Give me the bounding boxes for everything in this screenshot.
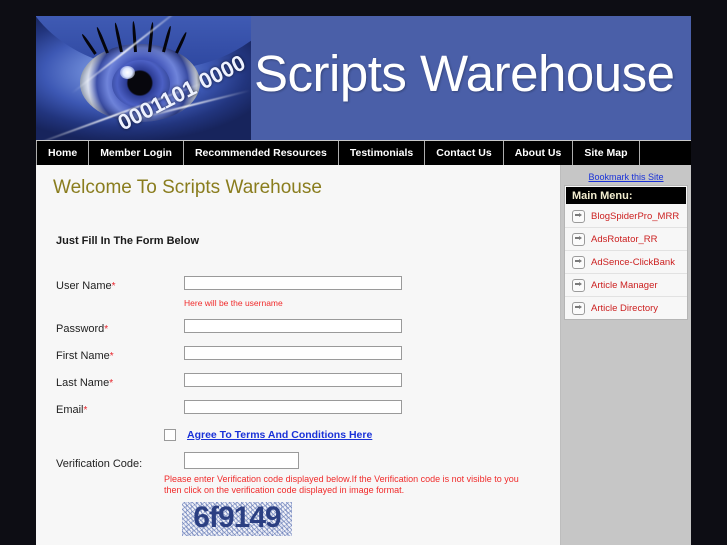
nav-item-home[interactable]: Home — [36, 141, 90, 165]
label-verification-code: Verification Code: — [56, 458, 143, 470]
sidebar-item-article-manager[interactable]: Article Manager — [565, 274, 687, 297]
main-navigation: Home Member Login Recommended Resources … — [36, 140, 691, 165]
page-root: 0001101 0000 Scripts Warehouse Home Memb… — [0, 0, 727, 545]
required-marker: * — [83, 405, 88, 416]
sidebar-item-label: BlogSpiderPro_MRR — [591, 210, 680, 222]
site-banner: 0001101 0000 Scripts Warehouse — [36, 16, 691, 140]
content-columns: Welcome To Scripts Warehouse Just Fill I… — [36, 165, 691, 545]
sidebar-item-label: AdSence-ClickBank — [591, 256, 675, 268]
captcha-code-text: 6f9149 — [193, 502, 281, 534]
arrow-right-icon — [572, 232, 585, 246]
form-row-verification: Verification Code: — [56, 452, 546, 472]
label-first-name: First Name* — [56, 350, 114, 362]
arrow-right-icon — [572, 278, 585, 292]
required-marker: * — [104, 324, 109, 335]
main-menu-header: Main Menu: — [566, 187, 686, 204]
sidebar: Bookmark this Site Main Menu: BlogSpider… — [561, 165, 691, 545]
nav-item-testimonials[interactable]: Testimonials — [338, 141, 426, 165]
form-row-username: User Name* — [56, 276, 546, 294]
sidebar-item-adsence-clickbank[interactable]: AdSence-ClickBank — [565, 251, 687, 274]
main-menu-box: Main Menu: BlogSpiderPro_MRR AdsRotator_… — [564, 185, 688, 320]
required-marker: * — [111, 281, 116, 292]
arrow-right-icon — [572, 301, 585, 315]
verification-message: Please enter Verification code displayed… — [164, 474, 519, 495]
form-heading: Just Fill In The Form Below — [56, 235, 200, 247]
form-row-first-name: First Name* — [56, 346, 546, 364]
sidebar-item-label: AdsRotator_RR — [591, 233, 658, 245]
banner-title: Scripts Warehouse — [254, 45, 675, 102]
agree-terms-checkbox[interactable] — [164, 429, 176, 441]
sidebar-item-article-directory[interactable]: Article Directory — [565, 297, 687, 319]
label-username: User Name* — [56, 280, 116, 292]
required-marker: * — [109, 378, 114, 389]
label-password: Password* — [56, 323, 109, 335]
arrow-right-icon — [572, 209, 585, 223]
captcha-image[interactable]: 6f9149 — [182, 502, 292, 536]
last-name-input[interactable] — [184, 373, 402, 387]
sidebar-item-blogspiderpro-mrr[interactable]: BlogSpiderPro_MRR — [565, 205, 687, 228]
terms-and-conditions-link[interactable]: Agree To Terms And Conditions Here — [187, 429, 372, 441]
verification-code-input[interactable] — [184, 452, 299, 469]
sidebar-item-adsrotator-rr[interactable]: AdsRotator_RR — [565, 228, 687, 251]
main-content: Welcome To Scripts Warehouse Just Fill I… — [36, 165, 561, 545]
password-input[interactable] — [184, 319, 402, 333]
form-row-email: Email* — [56, 400, 546, 418]
site-container: 0001101 0000 Scripts Warehouse Home Memb… — [36, 16, 691, 545]
username-input[interactable] — [184, 276, 402, 290]
nav-item-member-login[interactable]: Member Login — [89, 141, 184, 165]
nav-filler — [639, 141, 691, 165]
nav-item-site-map[interactable]: Site Map — [573, 141, 640, 165]
label-last-name: Last Name* — [56, 377, 114, 389]
username-hint: Here will be the username — [184, 298, 283, 308]
first-name-input[interactable] — [184, 346, 402, 360]
bookmark-site-link[interactable]: Bookmark this Site — [561, 172, 691, 182]
eye-highlight — [120, 66, 135, 79]
arrow-right-icon — [572, 255, 585, 269]
nav-item-about-us[interactable]: About Us — [503, 141, 574, 165]
nav-item-recommended-resources[interactable]: Recommended Resources — [183, 141, 339, 165]
form-row-password: Password* — [56, 319, 546, 337]
sidebar-item-label: Article Directory — [591, 302, 659, 314]
label-email: Email* — [56, 404, 88, 416]
nav-item-contact-us[interactable]: Contact Us — [425, 141, 504, 165]
email-input[interactable] — [184, 400, 402, 414]
page-title: Welcome To Scripts Warehouse — [53, 177, 322, 198]
sidebar-item-label: Article Manager — [591, 279, 658, 291]
form-row-last-name: Last Name* — [56, 373, 546, 391]
required-marker: * — [109, 351, 114, 362]
